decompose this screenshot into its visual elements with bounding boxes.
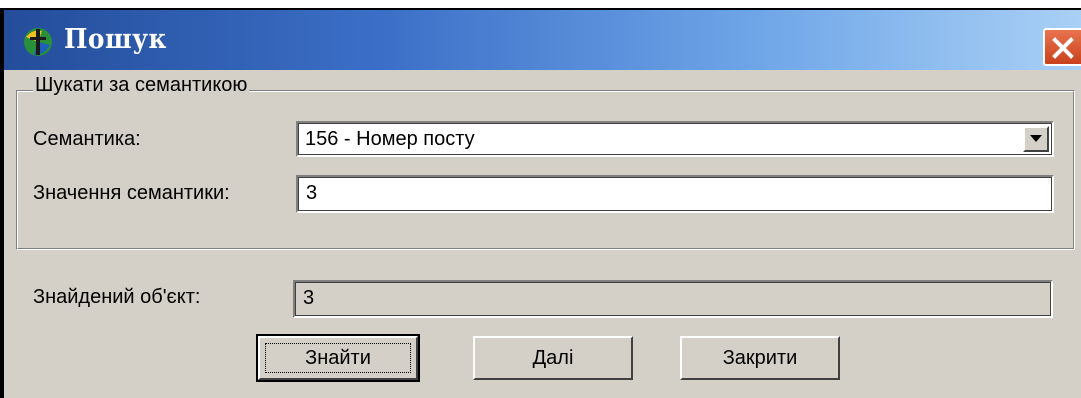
semantic-value-label: Значення семантики: (33, 182, 230, 204)
semantic-value-input[interactable]: 3 (296, 175, 1054, 213)
search-by-semantic-group (16, 90, 1075, 250)
find-button[interactable]: Знайти (256, 334, 420, 382)
dialog-title: Пошук (64, 24, 167, 55)
dropdown-button[interactable] (1023, 126, 1049, 152)
found-object-label: Знайдений об'єкт: (33, 286, 201, 308)
semantic-label: Семантика: (33, 128, 141, 150)
close-window-button[interactable] (1043, 28, 1081, 66)
title-bar[interactable]: Пошук (4, 10, 1081, 70)
close-button[interactable]: Закрити (680, 336, 840, 380)
app-map-icon (24, 28, 52, 56)
next-button-label: Далі (532, 346, 574, 369)
search-dialog: Пошук Шукати за семантикою Семантика: 15… (0, 8, 1081, 398)
found-object-field: 3 (293, 280, 1053, 318)
close-icon (1052, 37, 1074, 59)
chevron-down-icon (1030, 135, 1042, 142)
group-legend: Шукати за семантикою (33, 74, 250, 97)
semantic-selected-value: 156 - Номер посту (305, 128, 475, 150)
semantic-dropdown[interactable]: 156 - Номер посту (296, 121, 1054, 157)
close-button-label: Закрити (722, 346, 798, 369)
next-button[interactable]: Далі (473, 336, 633, 380)
focus-rectangle (265, 343, 411, 373)
